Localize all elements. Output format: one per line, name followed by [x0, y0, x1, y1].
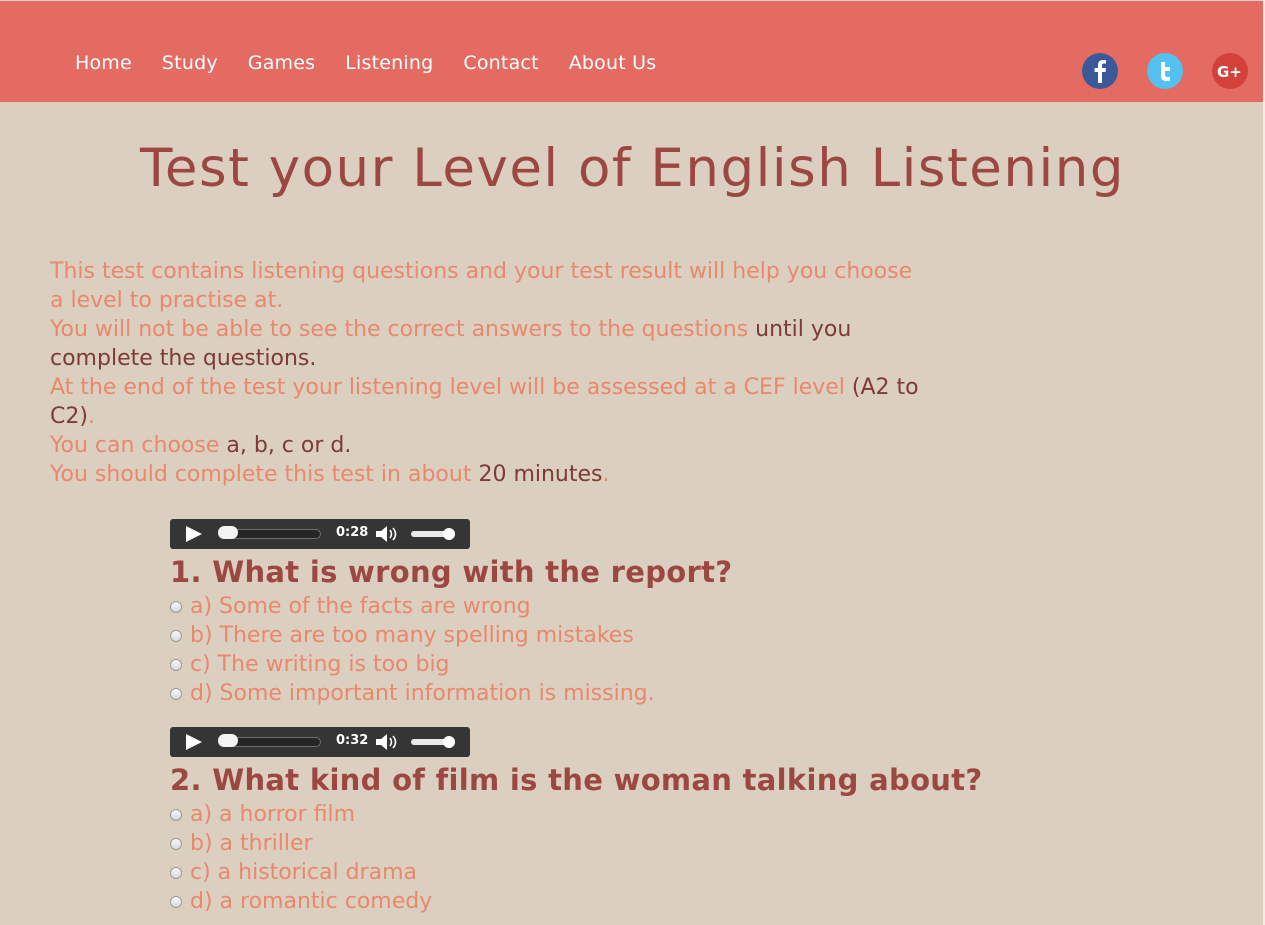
radio-button[interactable] — [170, 837, 182, 850]
intro-text: This test contains listening questions a… — [50, 257, 930, 489]
intro-line-purpose: This test contains listening questions a… — [50, 259, 913, 313]
option-label: d) a romantic comedy — [190, 889, 433, 914]
intro-choices-letters: a, b, c or d. — [226, 433, 352, 458]
nav-contact-link[interactable]: Contact — [463, 52, 538, 74]
radio-button[interactable] — [170, 866, 182, 879]
option-label: b) There are too many spelling mistakes — [190, 623, 634, 648]
question-1-title: 1. What is wrong with the report? — [170, 555, 733, 589]
intro-answers-text: You will not be able to see the correct … — [50, 317, 756, 342]
intro-line-level: At the end of the test your listening le… — [50, 373, 930, 431]
page-title: Test your Level of English Listening — [140, 138, 1125, 199]
audio-seek-handle[interactable] — [218, 734, 238, 747]
volume-handle[interactable] — [443, 736, 455, 748]
radio-button[interactable] — [170, 895, 182, 908]
volume-icon[interactable] — [375, 525, 399, 543]
top-navigation-bar: Home Study Games Listening Contact About… — [0, 0, 1263, 102]
audio-player: 0:28 — [170, 519, 470, 549]
intro-line-answers: You will not be able to see the correct … — [50, 315, 930, 373]
option-label: a) Some of the facts are wrong — [190, 594, 531, 619]
intro-duration-value: 20 minutes — [478, 462, 603, 487]
nav-games-link[interactable]: Games — [248, 52, 315, 74]
intro-line-duration: You should complete this test in about 2… — [50, 460, 930, 489]
audio-seek-handle[interactable] — [218, 526, 238, 539]
option-label: a) a horror film — [190, 802, 356, 827]
intro-level-period: . — [87, 404, 95, 429]
audio-player: 0:32 — [170, 727, 470, 757]
volume-icon[interactable] — [375, 733, 399, 751]
google-plus-icon[interactable]: G+ — [1212, 53, 1248, 89]
intro-duration-text: You should complete this test in about — [50, 462, 479, 487]
question-2-title: 2. What kind of film is the woman talkin… — [170, 763, 983, 797]
play-icon[interactable] — [186, 734, 202, 750]
radio-button[interactable] — [170, 629, 182, 642]
audio-duration: 0:28 — [336, 525, 369, 540]
option-label: d) Some important information is missing… — [190, 681, 655, 706]
radio-button[interactable] — [170, 658, 182, 671]
question-1-option-d[interactable]: d) Some important information is missing… — [170, 679, 655, 708]
radio-button[interactable] — [170, 687, 182, 700]
intro-level-text: At the end of the test your listening le… — [50, 375, 852, 400]
intro-choices-text: You can choose — [50, 433, 227, 458]
play-icon[interactable] — [186, 526, 202, 542]
question-2-option-d[interactable]: d) a romantic comedy — [170, 887, 432, 916]
question-2-options: a) a horror film b) a thriller c) a hist… — [170, 800, 432, 916]
intro-line-choices: You can choose a, b, c or d. — [50, 431, 930, 460]
question-1-options: a) Some of the facts are wrong b) There … — [170, 592, 655, 708]
nav-home-link[interactable]: Home — [75, 52, 132, 74]
audio-duration: 0:32 — [336, 733, 369, 748]
nav-about-us-link[interactable]: About Us — [569, 52, 657, 74]
volume-handle[interactable] — [443, 528, 455, 540]
svg-text:G+: G+ — [1217, 63, 1242, 81]
main-nav: Home Study Games Listening Contact About… — [75, 52, 686, 74]
option-label: b) a thriller — [190, 831, 313, 856]
question-2-option-c[interactable]: c) a historical drama — [170, 858, 432, 887]
radio-button[interactable] — [170, 600, 182, 613]
nav-study-link[interactable]: Study — [162, 52, 218, 74]
option-label: c) The writing is too big — [190, 652, 450, 677]
question-1-option-c[interactable]: c) The writing is too big — [170, 650, 655, 679]
nav-listening-link[interactable]: Listening — [345, 52, 433, 74]
radio-button[interactable] — [170, 808, 182, 821]
option-label: c) a historical drama — [190, 860, 417, 885]
question-1-option-a[interactable]: a) Some of the facts are wrong — [170, 592, 655, 621]
intro-duration-period: . — [602, 462, 610, 487]
question-2-option-b[interactable]: b) a thriller — [170, 829, 432, 858]
facebook-icon[interactable] — [1082, 53, 1118, 89]
twitter-icon[interactable] — [1147, 53, 1183, 89]
question-1-option-b[interactable]: b) There are too many spelling mistakes — [170, 621, 655, 650]
question-2-option-a[interactable]: a) a horror film — [170, 800, 432, 829]
